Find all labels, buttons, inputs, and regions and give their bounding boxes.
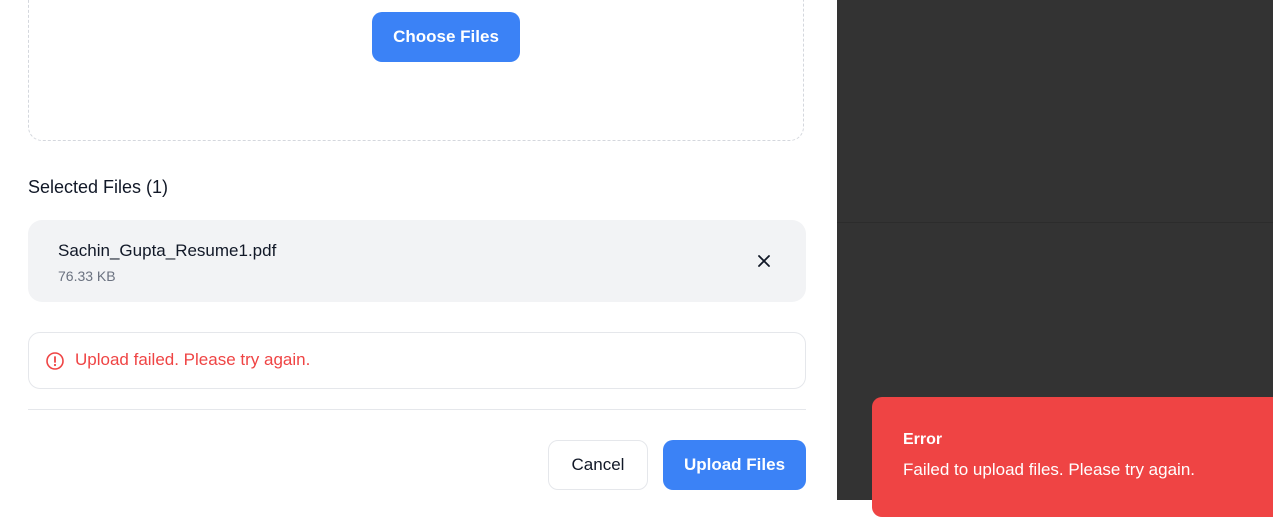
error-message: Upload failed. Please try again. [75,350,311,369]
footer-divider [28,409,806,410]
toast-title: Error [903,431,943,448]
alert-circle-icon [46,352,64,370]
file-name: Sachin_Gupta_Resume1.pdf [58,241,277,260]
cancel-button[interactable]: Cancel [548,440,648,490]
file-item: Sachin_Gupta_Resume1.pdf 76.33 KB [28,220,806,302]
upload-dialog: Choose Files Selected Files (1) Sachin_G… [0,0,837,500]
upload-error-alert: Upload failed. Please try again. [28,332,806,389]
upload-files-button[interactable]: Upload Files [663,440,806,490]
file-dropzone[interactable]: Choose Files [28,0,804,141]
choose-files-button[interactable]: Choose Files [372,12,520,62]
backdrop-overlay[interactable] [837,0,1273,222]
selected-files-title: Selected Files (1) [28,177,169,197]
toast-message: Failed to upload files. Please try again… [903,460,1196,479]
error-toast[interactable]: Error Failed to upload files. Please try… [872,397,1273,517]
close-icon [758,255,770,267]
remove-file-button[interactable] [752,249,776,273]
file-size: 76.33 KB [58,268,116,284]
